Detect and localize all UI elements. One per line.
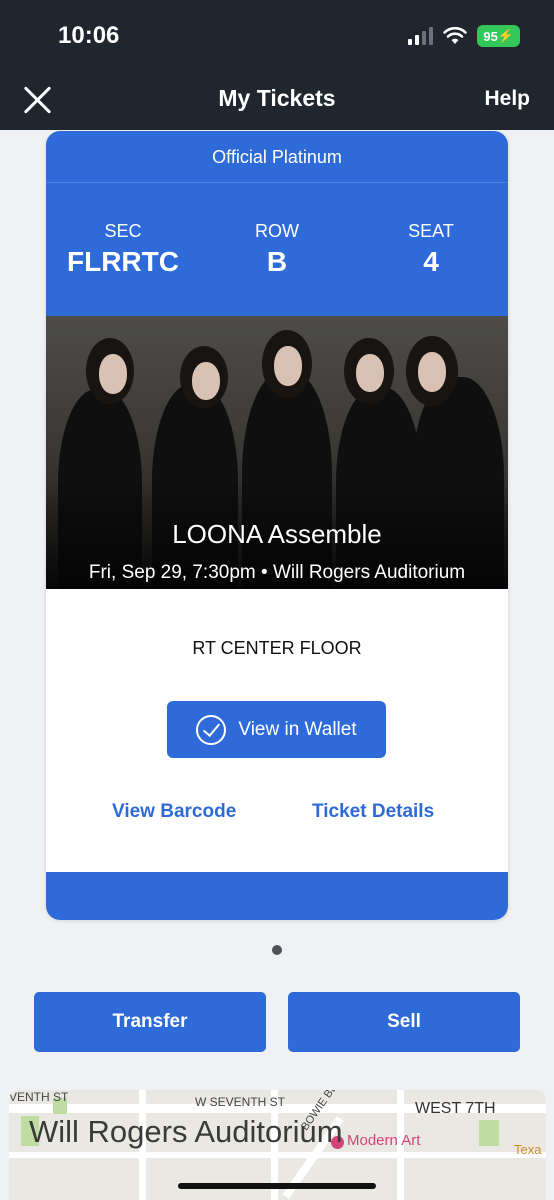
seat-value: 4: [423, 246, 439, 277]
transfer-button[interactable]: Transfer: [34, 992, 266, 1052]
seat-info: SEC FLRRTC ROW B SEAT 4: [46, 183, 508, 316]
battery-level: 95: [483, 28, 498, 44]
map-street-label: WEST 7TH: [415, 1100, 496, 1117]
section-name: RT CENTER FLOOR: [192, 638, 362, 658]
seat-info-col: SEAT 4: [361, 221, 501, 278]
home-indicator: [178, 1183, 376, 1189]
map-street-label: W SEVENTH ST: [195, 1095, 286, 1109]
page-indicator-dot: [272, 945, 282, 955]
section-label: SEC: [104, 221, 142, 241]
wallet-button-label: View in Wallet: [238, 718, 357, 740]
status-icons: 95 ⚡: [408, 25, 520, 47]
top-bar: 10:06 95 ⚡ My Tickets Help: [0, 0, 554, 130]
wifi-icon: [443, 27, 468, 44]
status-time: 10:06: [58, 22, 120, 49]
charging-bolt-icon: ⚡: [497, 28, 514, 43]
checkmark-circle-icon: [196, 714, 227, 745]
ticket-header: Official Platinum SEC FLRRTC ROW B SEAT …: [46, 131, 508, 316]
page-title: My Tickets: [218, 85, 336, 111]
ticket-details-link[interactable]: Ticket Details: [312, 801, 434, 823]
section-info: SEC FLRRTC: [53, 221, 193, 278]
cellular-signal-icon: [408, 27, 434, 45]
map-poi-label: Modern Art: [347, 1132, 421, 1149]
row-info: ROW B: [207, 221, 347, 278]
ticket-footer: [46, 872, 508, 920]
view-barcode-link[interactable]: View Barcode: [112, 801, 236, 823]
section-value: FLRRTC: [67, 246, 179, 277]
map-venue-title: Will Rogers Auditorium: [29, 1114, 343, 1149]
battery-indicator: 95 ⚡: [477, 25, 520, 47]
map-poi-label: Texa: [514, 1142, 542, 1157]
event-name: LOONA Assemble: [172, 519, 382, 549]
help-button[interactable]: Help: [484, 87, 530, 111]
view-in-wallet-button[interactable]: View in Wallet: [167, 701, 386, 758]
ticket-card: Official Platinum SEC FLRRTC ROW B SEAT …: [46, 131, 508, 920]
seat-label: SEAT: [408, 221, 454, 241]
row-value: B: [266, 246, 288, 277]
event-image: LOONA Assemble Fri, Sep 29, 7:30pm • Wil…: [46, 316, 508, 589]
sell-button[interactable]: Sell: [288, 992, 520, 1052]
map-street-label: VENTH ST: [9, 1090, 69, 1104]
row-label: ROW: [255, 221, 299, 241]
event-datetime-venue: Fri, Sep 29, 7:30pm • Will Rogers Audito…: [88, 562, 466, 583]
ticket-type: Official Platinum: [46, 131, 508, 183]
